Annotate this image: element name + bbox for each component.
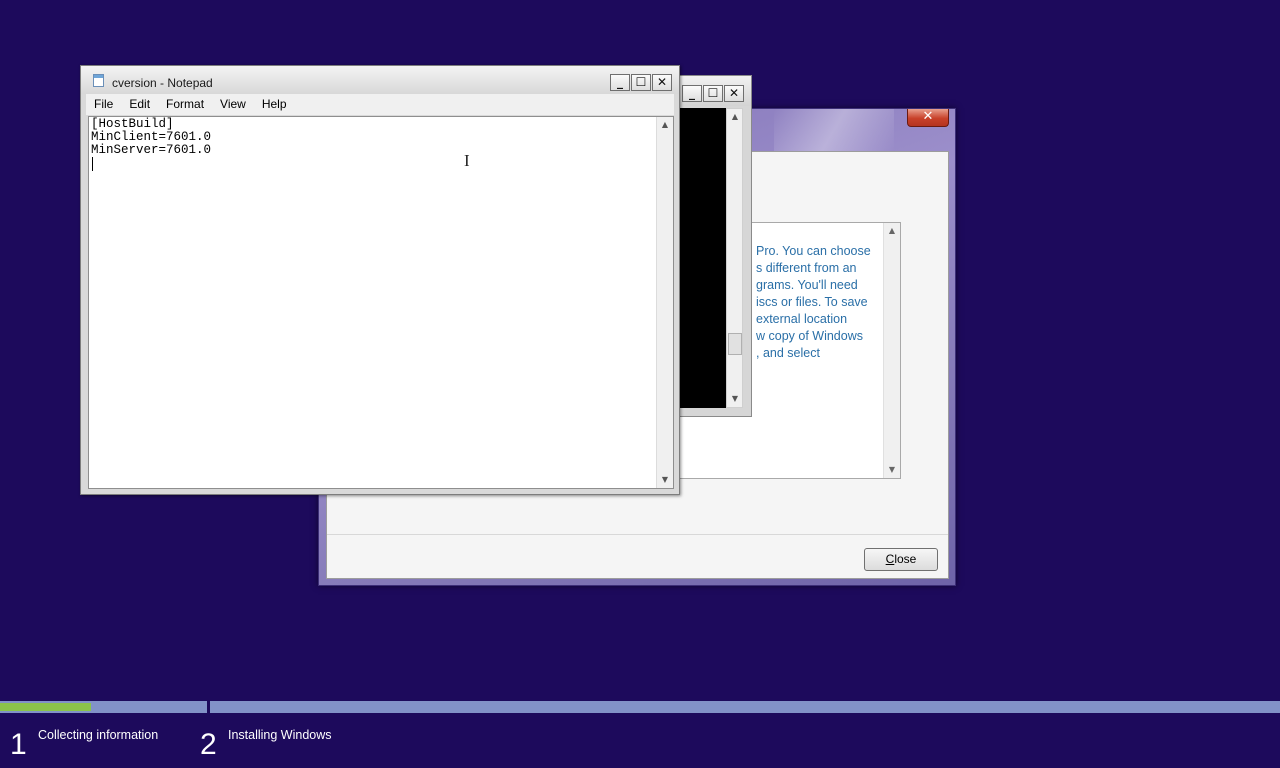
scroll-down-arrow-icon[interactable]: ▼ <box>884 462 900 478</box>
notepad-titlebar[interactable]: cversion - Notepad _ ☐ ✕ <box>81 66 679 94</box>
ibeam-cursor-icon: I <box>464 151 470 170</box>
step-number: 2 <box>200 728 217 761</box>
text-editor[interactable]: [HostBuild] MinClient=7601.0 MinServer=760… <box>88 116 674 489</box>
editor-content: [HostBuild] MinClient=7601.0 MinServer=760… <box>91 118 211 157</box>
notepad-window: cversion - Notepad _ ☐ ✕ File Edit Forma… <box>80 65 680 495</box>
dialog-close-icon[interactable]: ✕ <box>907 109 949 127</box>
maximize-icon[interactable]: ☐ <box>631 74 651 91</box>
close-button-label: lose <box>894 552 917 566</box>
description-line: grams. You'll need <box>756 278 858 292</box>
scroll-up-arrow-icon[interactable]: ▲ <box>727 109 743 125</box>
description-scrollbar[interactable]: ▲ ▼ <box>883 223 900 478</box>
footer-divider <box>327 534 948 535</box>
menu-edit[interactable]: Edit <box>121 94 158 115</box>
menu-bar: File Edit Format View Help <box>86 94 674 115</box>
console-scroll-track: ▲ ▼ <box>727 109 742 407</box>
console-window: _ ☐ ✕ ▲ ▼ <box>672 75 752 417</box>
description-line: external location <box>756 312 848 326</box>
scroll-down-arrow-icon[interactable]: ▼ <box>657 472 673 488</box>
menu-view[interactable]: View <box>212 94 254 115</box>
editor-scrollbar[interactable]: ▲ ▼ <box>656 117 673 488</box>
description-text: Pro. You can choose s different from an … <box>756 243 896 362</box>
description-line: , and select <box>756 346 820 360</box>
step-label: Installing Windows <box>228 728 332 742</box>
console-close-icon[interactable]: ✕ <box>724 85 744 102</box>
text-line: MinServer=7601.0 <box>91 143 212 157</box>
progress-fill <box>0 703 91 711</box>
titlebar-glare <box>774 109 894 151</box>
description-line: w copy of Windows <box>756 329 863 343</box>
console-minimize-icon[interactable]: _ <box>682 85 702 102</box>
setup-progress-bar <box>0 701 1280 713</box>
console-scrollbar[interactable]: ▲ ▼ <box>726 108 743 408</box>
notepad-app-icon <box>93 74 104 87</box>
menu-file[interactable]: File <box>86 94 121 115</box>
description-line: Pro. You can choose <box>756 244 871 258</box>
description-line: s different from an <box>756 261 857 275</box>
text-caret <box>92 157 93 171</box>
close-icon[interactable]: ✕ <box>652 74 672 91</box>
scroll-up-arrow-icon[interactable]: ▲ <box>657 117 673 133</box>
console-output <box>680 108 726 408</box>
menu-format[interactable]: Format <box>158 94 212 115</box>
console-scroll-thumb[interactable] <box>728 333 742 355</box>
step-number: 1 <box>10 728 27 761</box>
window-title: cversion - Notepad <box>112 76 213 90</box>
minimize-icon[interactable]: _ <box>610 74 630 91</box>
step-label: Collecting information <box>38 728 159 742</box>
progress-separator <box>207 701 210 713</box>
close-button[interactable]: Close <box>864 548 938 571</box>
scroll-up-arrow-icon[interactable]: ▲ <box>884 223 900 239</box>
scroll-down-arrow-icon[interactable]: ▼ <box>727 391 743 407</box>
menu-help[interactable]: Help <box>254 94 295 115</box>
console-maximize-icon[interactable]: ☐ <box>703 85 723 102</box>
description-line: iscs or files. To save <box>756 295 868 309</box>
